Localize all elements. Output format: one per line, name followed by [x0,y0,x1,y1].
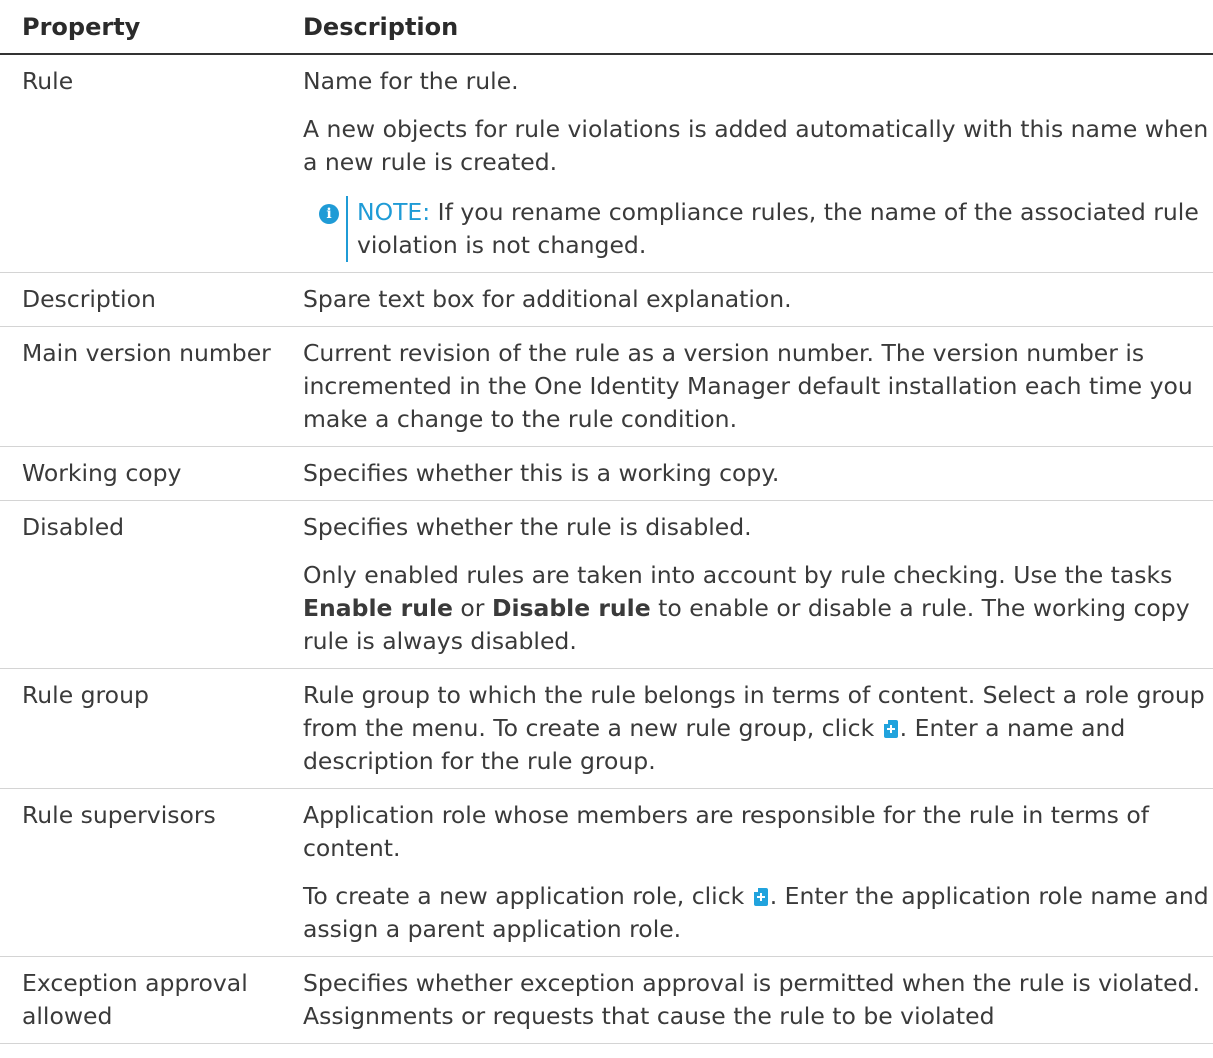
property-cell: Disabled [0,500,303,669]
property-table: Property Description Rule Name for the r… [0,0,1213,1044]
header-property: Property [0,0,303,55]
paragraph: Specifies whether this is a working copy… [303,459,780,487]
table-row: Rule group Rule group to which the rule … [0,668,1213,789]
table-row: Rule supervisors Application role whose … [0,788,1213,957]
task-disable-rule: Disable rule [491,594,651,622]
description-cell: Specifies whether exception approval is … [303,956,1213,1044]
paragraph: Specifies whether exception approval is … [303,969,1200,1030]
description-cell: Name for the rule. A new objects for rul… [303,54,1213,273]
description-cell: Specifies whether this is a working copy… [303,446,1213,501]
property-cell: Working copy [0,446,303,501]
add-icon [753,888,768,906]
paragraph: Name for the rule. [303,67,519,95]
text-span: Only enabled rules are taken into accoun… [303,561,1173,589]
table-row: Rule Name for the rule. A new objects fo… [0,54,1213,273]
description-cell: Specifies whether the rule is disabled. … [303,500,1213,669]
paragraph: Application role whose members are respo… [303,801,1149,862]
note-box: i NOTE: If you rename compliance rules, … [319,196,1213,262]
text-span: or [452,594,492,622]
document-page: Property Description Rule Name for the r… [0,0,1213,1044]
add-icon [883,720,898,738]
paragraph: Only enabled rules are taken into accoun… [303,559,1213,658]
text-span: To create a new application role, click [303,882,752,910]
table-row: Description Spare text box for additiona… [0,272,1213,327]
paragraph: Rule group to which the rule belongs in … [303,679,1213,778]
table-row: Disabled Specifies whether the rule is d… [0,500,1213,669]
description-cell: Rule group to which the rule belongs in … [303,668,1213,789]
info-icon: i [319,204,339,224]
property-cell: Description [0,272,303,327]
note-label: NOTE: [357,198,431,226]
table-row: Main version number Current revision of … [0,326,1213,447]
description-cell: Application role whose members are respo… [303,788,1213,957]
table-row: Working copy Specifies whether this is a… [0,446,1213,501]
paragraph: Specifies whether the rule is disabled. [303,513,752,541]
paragraph: Current revision of the rule as a versio… [303,339,1193,433]
header-description: Description [303,0,1213,55]
property-cell: Rule [0,54,303,273]
description-cell: Current revision of the rule as a versio… [303,326,1213,447]
property-cell: Main version number [0,326,303,447]
paragraph: Spare text box for additional explanatio… [303,285,792,313]
table-header-row: Property Description [0,0,1213,55]
description-cell: Spare text box for additional explanatio… [303,272,1213,327]
note-divider [346,196,348,262]
property-cell: Exception approval allowed [0,956,303,1044]
property-cell: Rule supervisors [0,788,303,957]
paragraph: To create a new application role, click … [303,880,1213,946]
paragraph: A new objects for rule violations is add… [303,115,1209,176]
table-row: Exception approval allowed Specifies whe… [0,956,1213,1044]
task-enable-rule: Enable rule [303,594,453,622]
property-cell: Rule group [0,668,303,789]
note-text: If you rename compliance rules, the name… [357,198,1199,259]
